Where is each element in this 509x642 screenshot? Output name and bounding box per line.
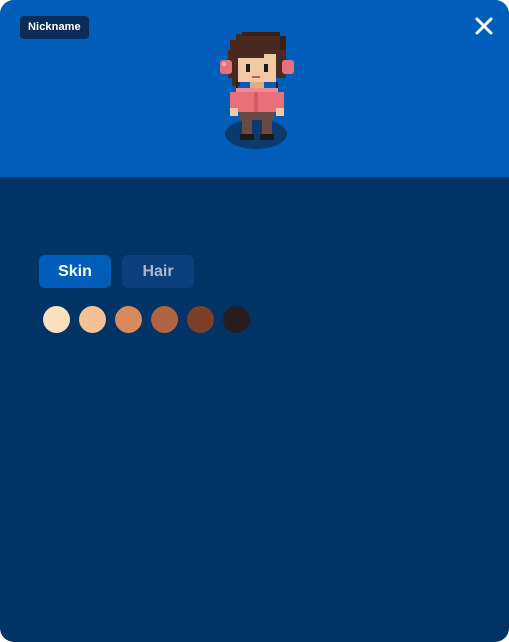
close-icon <box>475 17 493 35</box>
tab-skin[interactable]: Skin <box>39 255 111 288</box>
skin-swatch-6[interactable] <box>223 306 250 333</box>
customizer-tabs: Skin Hair <box>39 255 194 288</box>
avatar-customizer-panel: Nickname Skin Hair <box>0 0 509 642</box>
skin-swatch-5[interactable] <box>187 306 214 333</box>
avatar-shadow <box>225 119 287 149</box>
skin-swatch-1[interactable] <box>43 306 70 333</box>
skin-color-swatches <box>43 306 250 333</box>
skin-swatch-3[interactable] <box>115 306 142 333</box>
skin-swatch-4[interactable] <box>151 306 178 333</box>
avatar-header: Nickname <box>0 0 509 177</box>
close-button[interactable] <box>471 13 497 39</box>
pixel-character-avatar <box>220 32 294 149</box>
nickname-badge[interactable]: Nickname <box>20 16 89 39</box>
skin-swatch-2[interactable] <box>79 306 106 333</box>
tab-hair[interactable]: Hair <box>122 255 194 288</box>
